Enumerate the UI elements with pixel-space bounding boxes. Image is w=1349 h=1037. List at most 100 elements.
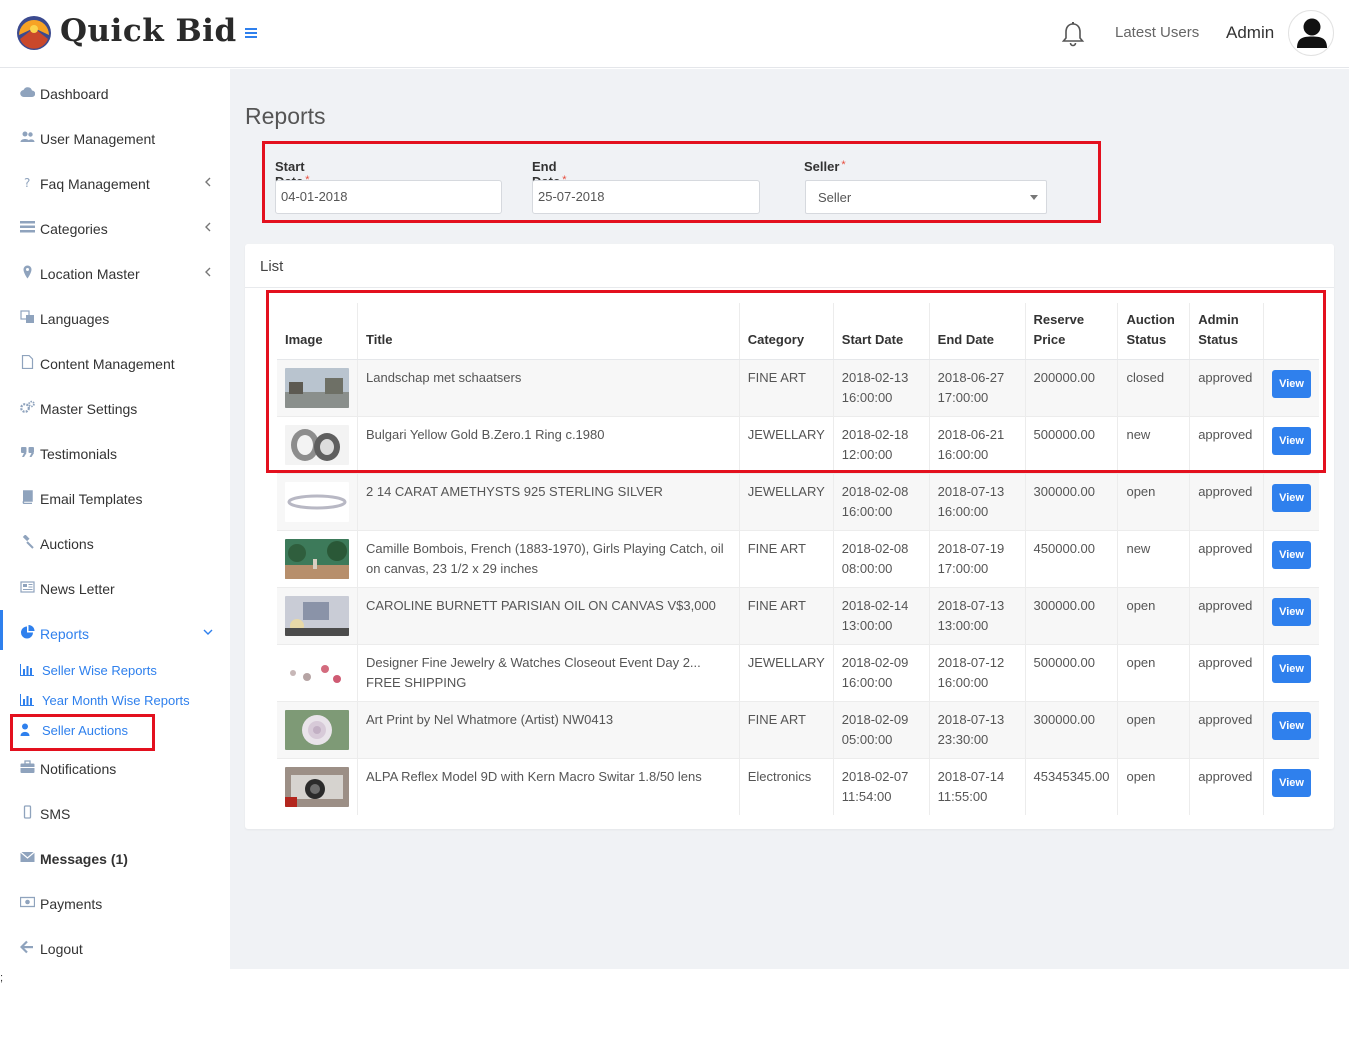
seller-label-text: Seller: [804, 159, 840, 174]
sidebar-subitem-label: Year Month Wise Reports: [42, 693, 190, 708]
item-thumbnail: [285, 766, 349, 807]
sidebar-item-label: User Management: [40, 131, 156, 147]
reserve-price-cell: 300000.00: [1024, 472, 1118, 530]
sidebar-item-logout[interactable]: Logout: [0, 927, 230, 967]
sidebar-item-sms[interactable]: SMS: [0, 792, 230, 832]
stray-character: ;: [0, 972, 4, 984]
view-button[interactable]: View: [1272, 540, 1311, 569]
actions-cell: View: [1263, 586, 1319, 644]
sidebar-subitem-seller-auctions[interactable]: Seller Auctions: [0, 715, 230, 743]
item-thumbnail: [285, 538, 349, 579]
sidebar-item-auctions[interactable]: Auctions: [0, 522, 230, 562]
view-button[interactable]: View: [1272, 768, 1311, 797]
admin-name[interactable]: Admin: [1226, 23, 1274, 43]
view-button[interactable]: View: [1272, 426, 1311, 455]
envelope-icon: [20, 851, 35, 862]
chevron-left-icon: [205, 267, 211, 277]
sidebar-item-email-templates[interactable]: Email Templates: [0, 477, 230, 517]
sidebar-item-messages[interactable]: Messages (1): [0, 837, 230, 877]
user-avatar-icon: [1297, 18, 1327, 48]
chevron-down-icon: [203, 629, 213, 635]
sidebar-subitem-year-month-wise-reports[interactable]: Year Month Wise Reports: [0, 685, 230, 713]
start-date-cell: 2018-02-08 08:00:00: [832, 529, 930, 587]
sidebar-item-payments[interactable]: Payments: [0, 882, 230, 922]
start-date-input[interactable]: 04-01-2018: [275, 180, 502, 214]
sidebar-item-content-management[interactable]: Content Management: [0, 342, 230, 382]
sidebar-subitem-seller-wise-reports[interactable]: Seller Wise Reports: [0, 655, 230, 683]
start-date-cell: 2018-02-18 12:00:00: [832, 415, 930, 473]
start-date-cell: 2018-02-07 11:54:00: [832, 757, 930, 815]
start-date-cell: 2018-02-08 16:00:00: [832, 472, 930, 530]
sidebar-item-testimonials[interactable]: Testimonials: [0, 432, 230, 472]
start-date-cell: 2018-02-09 16:00:00: [832, 643, 930, 701]
sidebar-item-notifications[interactable]: Notifications: [0, 747, 230, 787]
seller-select[interactable]: Seller: [805, 180, 1047, 214]
auction-status-cell: closed: [1117, 358, 1190, 416]
menu-toggle-icon[interactable]: [243, 25, 259, 41]
language-icon: [20, 310, 34, 323]
image-cell: [277, 586, 358, 644]
table-row: CAROLINE BURNETT PARISIAN OIL ON CANVAS …: [277, 586, 1319, 644]
sidebar-item-languages[interactable]: Languages: [0, 297, 230, 337]
image-cell: [277, 415, 358, 473]
sidebar-item-categories[interactable]: Categories: [0, 207, 230, 247]
sidebar-item-reports[interactable]: Reports: [0, 612, 230, 652]
column-header-reserve-price: Reserve Price: [1024, 303, 1118, 360]
image-cell: [277, 472, 358, 530]
table-row: Camille Bombois, French (1883-1970), Gir…: [277, 529, 1319, 587]
end-date-cell: 2018-06-27 17:00:00: [928, 358, 1026, 416]
user-icon: [20, 723, 30, 736]
auction-status-cell: new: [1117, 415, 1190, 473]
sidebar-item-label: SMS: [40, 806, 71, 822]
title-cell: Art Print by Nel Whatmore (Artist) NW041…: [357, 700, 740, 758]
view-button[interactable]: View: [1272, 483, 1311, 512]
sidebar-item-dashboard[interactable]: Dashboard: [0, 72, 230, 112]
end-date-cell: 2018-07-13 13:00:00: [928, 586, 1026, 644]
image-cell: [277, 358, 358, 416]
required-mark: *: [841, 159, 846, 171]
latest-users-link[interactable]: Latest Users: [1115, 24, 1199, 41]
main-content: Reports Start Date* 04-01-2018 End Date*…: [230, 69, 1349, 969]
column-header-image: Image: [277, 303, 358, 360]
table-row: Bulgari Yellow Gold B.Zero.1 Ring c.1980…: [277, 415, 1319, 473]
view-button[interactable]: View: [1272, 597, 1311, 626]
image-cell: [277, 529, 358, 587]
sidebar-subitem-label: Seller Auctions: [42, 723, 128, 738]
end-date-input[interactable]: 25-07-2018: [532, 180, 760, 214]
users-icon: [20, 131, 35, 142]
view-button[interactable]: View: [1272, 654, 1311, 683]
mobile-icon: [23, 805, 32, 819]
auction-status-cell: open: [1117, 472, 1190, 530]
start-date-cell: 2018-02-14 13:00:00: [832, 586, 930, 644]
sidebar-item-label: Logout: [40, 941, 83, 957]
title-cell: ALPA Reflex Model 9D with Kern Macro Swi…: [357, 757, 740, 815]
actions-cell: View: [1263, 472, 1319, 530]
actions-cell: View: [1263, 643, 1319, 701]
newspaper-icon: [20, 581, 35, 593]
sidebar-item-location-master[interactable]: Location Master: [0, 252, 230, 292]
table-header-row: Image Title Category Start Date End Date…: [277, 303, 1319, 360]
sidebar-item-master-settings[interactable]: Master Settings: [0, 387, 230, 427]
item-thumbnail: [285, 652, 349, 693]
sidebar-item-label: Dashboard: [40, 86, 109, 102]
quote-icon: [21, 447, 34, 457]
sidebar-item-faq-management[interactable]: ? Faq Management: [0, 162, 230, 202]
logo-icon: [17, 16, 51, 50]
auction-status-cell: new: [1117, 529, 1190, 587]
sidebar-item-label: Auctions: [40, 536, 94, 552]
sidebar-item-label: Payments: [40, 896, 103, 912]
sidebar-item-label: Email Templates: [40, 491, 143, 507]
reserve-price-cell: 500000.00: [1024, 415, 1118, 473]
admin-status-cell: approved: [1189, 643, 1264, 701]
sidebar-item-user-management[interactable]: User Management: [0, 117, 230, 157]
item-thumbnail: [285, 481, 349, 522]
view-button[interactable]: View: [1272, 369, 1311, 398]
start-date-cell: 2018-02-13 16:00:00: [832, 358, 930, 416]
end-date-cell: 2018-07-13 16:00:00: [928, 472, 1026, 530]
avatar[interactable]: [1288, 10, 1334, 56]
view-button[interactable]: View: [1272, 711, 1311, 740]
admin-status-cell: approved: [1189, 586, 1264, 644]
bell-icon[interactable]: [1059, 20, 1087, 48]
sidebar-item-news-letter[interactable]: News Letter: [0, 567, 230, 607]
category-cell: JEWELLARY: [738, 643, 834, 701]
